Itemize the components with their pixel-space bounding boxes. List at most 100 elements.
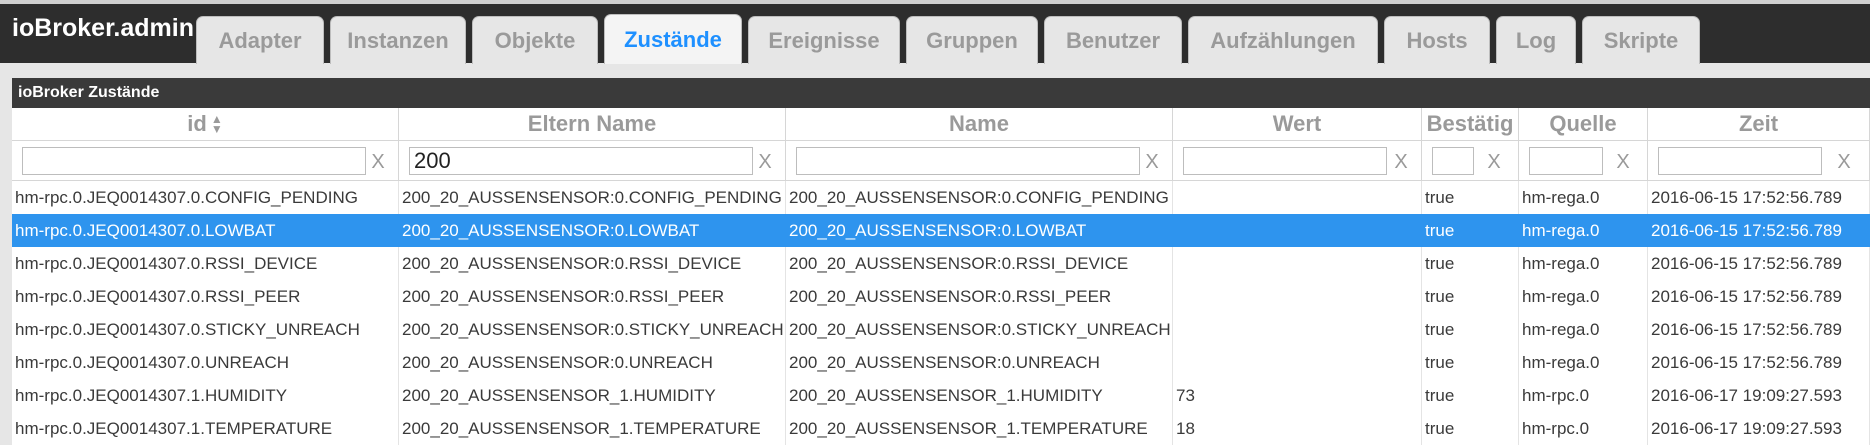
cell-name: 200_20_AUSSENSENSOR_1.HUMIDITY	[786, 379, 1173, 412]
cell-name: 200_20_AUSSENSENSOR_1.TEMPERATURE	[786, 412, 1173, 445]
tab-objekte[interactable]: Objekte	[472, 16, 598, 64]
cell-value[interactable]	[1173, 346, 1422, 379]
tab-gruppen[interactable]: Gruppen	[906, 16, 1038, 64]
cell-name: 200_20_AUSSENSENSOR:0.RSSI_DEVICE	[786, 247, 1173, 280]
cell-value[interactable]	[1173, 181, 1422, 214]
cell-source: hm-rega.0	[1519, 313, 1648, 346]
column-header-parent[interactable]: Eltern Name	[399, 108, 786, 141]
filter-input-value[interactable]	[1183, 147, 1387, 175]
table-row-selected[interactable]: hm-rpc.0.JEQ0014307.0.LOWBAT 200_20_AUSS…	[12, 214, 1870, 247]
cell-ack: true	[1422, 214, 1519, 247]
column-header-id[interactable]: id ▲ ▼	[12, 108, 399, 141]
cell-ack: true	[1422, 280, 1519, 313]
tab-benutzer[interactable]: Benutzer	[1044, 16, 1182, 64]
cell-id: hm-rpc.0.JEQ0014307.1.TEMPERATURE	[12, 412, 399, 445]
cell-name: 200_20_AUSSENSENSOR:0.UNREACH	[786, 346, 1173, 379]
cell-id: hm-rpc.0.JEQ0014307.0.RSSI_DEVICE	[12, 247, 399, 280]
cell-ack: true	[1422, 412, 1519, 445]
panel-title: ioBroker Zustände	[12, 78, 1870, 108]
cell-name: 200_20_AUSSENSENSOR:0.CONFIG_PENDING	[786, 181, 1173, 214]
column-header-value[interactable]: Wert	[1173, 108, 1422, 141]
cell-source: hm-rega.0	[1519, 181, 1648, 214]
cell-timestamp: 2016-06-15 17:52:56.789	[1648, 247, 1870, 280]
filter-cell-value: X	[1173, 141, 1422, 181]
clear-x-icon[interactable]: X	[1391, 149, 1411, 175]
filter-input-name[interactable]	[796, 147, 1140, 175]
cell-source: hm-rega.0	[1519, 247, 1648, 280]
tab-aufzaehlungen[interactable]: Aufzählungen	[1188, 16, 1378, 64]
table-row[interactable]: hm-rpc.0.JEQ0014307.0.CONFIG_PENDING 200…	[12, 181, 1870, 214]
cell-timestamp: 2016-06-15 17:52:56.789	[1648, 181, 1870, 214]
cell-ack: true	[1422, 346, 1519, 379]
column-header-ack[interactable]: Bestätig	[1422, 108, 1519, 141]
cell-ack: true	[1422, 313, 1519, 346]
cell-value[interactable]: 18	[1173, 412, 1422, 445]
cell-source: hm-rega.0	[1519, 214, 1648, 247]
tab-hosts[interactable]: Hosts	[1384, 16, 1490, 64]
cell-value[interactable]	[1173, 280, 1422, 313]
cell-value[interactable]	[1173, 247, 1422, 280]
cell-value[interactable]	[1173, 214, 1422, 247]
table-row[interactable]: hm-rpc.0.JEQ0014307.0.UNREACH 200_20_AUS…	[12, 346, 1870, 379]
cell-name: 200_20_AUSSENSENSOR:0.RSSI_PEER	[786, 280, 1173, 313]
filter-cell-timestamp: X	[1648, 141, 1870, 181]
filter-input-id[interactable]	[22, 147, 366, 175]
filter-input-timestamp[interactable]	[1658, 147, 1822, 175]
cell-parent: 200_20_AUSSENSENSOR:0.STICKY_UNREACH	[399, 313, 786, 346]
table-header: id ▲ ▼ Eltern Name Name Wert Bestätig Que…	[12, 108, 1870, 141]
filter-row: X X X X X X X	[12, 141, 1870, 181]
cell-parent: 200_20_AUSSENSENSOR_1.HUMIDITY	[399, 379, 786, 412]
tab-log[interactable]: Log	[1496, 16, 1576, 64]
column-header-source[interactable]: Quelle	[1519, 108, 1648, 141]
cell-parent: 200_20_AUSSENSENSOR:0.CONFIG_PENDING	[399, 181, 786, 214]
sort-arrows-icon: ▲ ▼	[210, 112, 223, 136]
tab-zustaende[interactable]: Zustände	[604, 14, 742, 64]
cell-id: hm-rpc.0.JEQ0014307.0.UNREACH	[12, 346, 399, 379]
table-row[interactable]: hm-rpc.0.JEQ0014307.0.RSSI_PEER 200_20_A…	[12, 280, 1870, 313]
table-row[interactable]: hm-rpc.0.JEQ0014307.1.TEMPERATURE 200_20…	[12, 412, 1870, 445]
tab-instanzen[interactable]: Instanzen	[330, 16, 466, 64]
tab-skripte[interactable]: Skripte	[1582, 16, 1700, 64]
clear-x-icon[interactable]: X	[1484, 149, 1504, 175]
cell-parent: 200_20_AUSSENSENSOR:0.RSSI_PEER	[399, 280, 786, 313]
app-title: ioBroker.admin	[12, 14, 194, 42]
cell-timestamp: 2016-06-15 17:52:56.789	[1648, 346, 1870, 379]
cell-parent: 200_20_AUSSENSENSOR:0.UNREACH	[399, 346, 786, 379]
filter-cell-name: X	[786, 141, 1173, 181]
cell-parent: 200_20_AUSSENSENSOR:0.RSSI_DEVICE	[399, 247, 786, 280]
cell-value[interactable]: 73	[1173, 379, 1422, 412]
cell-timestamp: 2016-06-15 17:52:56.789	[1648, 280, 1870, 313]
clear-x-icon[interactable]: X	[1834, 149, 1854, 175]
cell-id: hm-rpc.0.JEQ0014307.0.STICKY_UNREACH	[12, 313, 399, 346]
table-row[interactable]: hm-rpc.0.JEQ0014307.1.HUMIDITY 200_20_AU…	[12, 379, 1870, 412]
cell-source: hm-rpc.0	[1519, 412, 1648, 445]
clear-x-icon[interactable]: X	[368, 149, 388, 175]
tab-adapter[interactable]: Adapter	[196, 16, 324, 64]
filter-input-parent[interactable]	[409, 147, 753, 175]
tab-ereignisse[interactable]: Ereignisse	[748, 16, 900, 64]
filter-cell-parent: X	[399, 141, 786, 181]
filter-input-ack[interactable]	[1432, 147, 1474, 175]
column-header-id-label: id	[187, 111, 207, 136]
cell-timestamp: 2016-06-17 19:09:27.593	[1648, 412, 1870, 445]
cell-id: hm-rpc.0.JEQ0014307.0.LOWBAT	[12, 214, 399, 247]
table-row[interactable]: hm-rpc.0.JEQ0014307.0.RSSI_DEVICE 200_20…	[12, 247, 1870, 280]
cell-source: hm-rpc.0	[1519, 379, 1648, 412]
cell-value[interactable]	[1173, 313, 1422, 346]
cell-timestamp: 2016-06-15 17:52:56.789	[1648, 313, 1870, 346]
table-row[interactable]: hm-rpc.0.JEQ0014307.0.STICKY_UNREACH 200…	[12, 313, 1870, 346]
cell-name: 200_20_AUSSENSENSOR:0.LOWBAT	[786, 214, 1173, 247]
filter-input-source[interactable]	[1529, 147, 1603, 175]
cell-id: hm-rpc.0.JEQ0014307.0.RSSI_PEER	[12, 280, 399, 313]
cell-source: hm-rega.0	[1519, 280, 1648, 313]
cell-ack: true	[1422, 181, 1519, 214]
column-header-timestamp[interactable]: Zeit	[1648, 108, 1870, 141]
cell-parent: 200_20_AUSSENSENSOR:0.LOWBAT	[399, 214, 786, 247]
clear-x-icon[interactable]: X	[1613, 149, 1633, 175]
clear-x-icon[interactable]: X	[1142, 149, 1162, 175]
cell-source: hm-rega.0	[1519, 346, 1648, 379]
cell-parent: 200_20_AUSSENSENSOR_1.TEMPERATURE	[399, 412, 786, 445]
cell-id: hm-rpc.0.JEQ0014307.1.HUMIDITY	[12, 379, 399, 412]
column-header-name[interactable]: Name	[786, 108, 1173, 141]
clear-x-icon[interactable]: X	[755, 149, 775, 175]
